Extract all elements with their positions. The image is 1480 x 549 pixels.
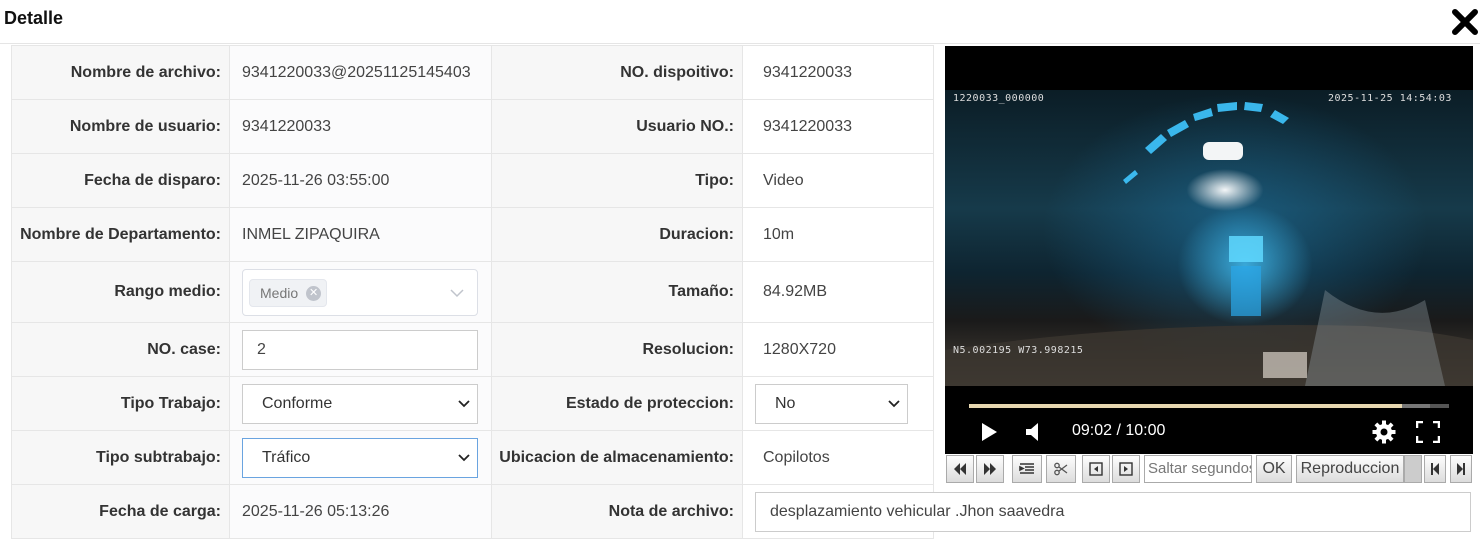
detail-row-username: Nombre de usuario: 9341220033 Usuario NO… — [11, 99, 934, 154]
department-value: INMEL ZIPAQUIRA — [229, 207, 492, 262]
skip-start-icon — [1431, 463, 1439, 475]
trigger-date-value: 2025-11-26 03:55:00 — [229, 153, 492, 208]
detail-row-subwork-type: Tipo subtrabajo: Tráfico Ubicacion de al… — [11, 430, 934, 485]
video-scene — [945, 102, 1473, 386]
chevron-down-icon — [458, 399, 470, 407]
size-value: 84.92MB — [742, 261, 934, 323]
osd-device-id: 1220033_000000 — [953, 93, 1045, 104]
list-icon — [1019, 463, 1034, 474]
volume-icon[interactable] — [1025, 422, 1043, 442]
storage-location-label: Ubicacion de almacenamiento: — [491, 430, 743, 485]
trigger-date-label: Fecha de disparo: — [11, 153, 230, 208]
frame-back-icon — [1089, 462, 1103, 476]
protection-status-label: Estado de proteccion: — [491, 376, 743, 431]
duration-value: 10m — [742, 207, 934, 262]
range-tag: Medio ✕ — [249, 278, 328, 307]
device-no-label: NO. dispoitivo: — [491, 45, 743, 100]
department-label: Nombre de Departamento: — [11, 207, 230, 262]
detail-row-trigger-date: Fecha de disparo: 2025-11-26 03:55:00 Ti… — [11, 153, 934, 208]
detail-row-range: Rango medio: Medio ✕ Tamaño: 84.92MB — [11, 261, 934, 323]
fast-forward-button[interactable] — [976, 455, 1004, 483]
type-label: Tipo: — [491, 153, 743, 208]
range-label: Rango medio: — [11, 261, 230, 323]
skip-end-button[interactable] — [1450, 455, 1472, 483]
protection-status-value: No — [775, 394, 796, 412]
work-type-value: Conforme — [262, 394, 333, 412]
detail-table: Nombre de archivo: 9341220033@2025112514… — [11, 45, 1471, 539]
playback-button[interactable]: Reproduccion — [1296, 455, 1404, 483]
file-note-input[interactable]: desplazamiento vehicular .Jhon saavedra — [755, 491, 1471, 532]
case-no-label: NO. case: — [11, 322, 230, 377]
scissors-icon — [1054, 462, 1068, 476]
video-played — [969, 404, 1403, 408]
fullscreen-icon[interactable] — [1416, 421, 1440, 443]
protection-status-select[interactable]: No — [755, 383, 908, 424]
username-value: 9341220033 — [229, 99, 492, 154]
clip-button[interactable] — [1046, 455, 1076, 483]
subwork-type-label: Tipo subtrabajo: — [11, 430, 230, 485]
frame-forward-button[interactable] — [1112, 455, 1140, 483]
subwork-type-select[interactable]: Tráfico — [242, 437, 478, 478]
duration-label: Duracion: — [491, 207, 743, 262]
user-no-value: 9341220033 — [742, 99, 934, 154]
frame-back-button[interactable] — [1082, 455, 1110, 483]
detail-row-upload-date: Fecha de carga: 2025-11-26 05:13:26 Nota… — [11, 484, 1471, 539]
storage-location-value: Copilotos — [742, 430, 934, 485]
user-no-label: Usuario NO.: — [491, 99, 743, 154]
dialog-title: Detalle — [4, 8, 64, 28]
rewind-icon — [954, 463, 966, 475]
case-no-input[interactable]: 2 — [242, 329, 478, 370]
video-progress-bar[interactable] — [969, 404, 1449, 408]
detail-row-case: NO. case: 2 Resolucion: 1280X720 — [11, 322, 934, 377]
tag-close-icon[interactable]: ✕ — [306, 285, 322, 301]
username-label: Nombre de usuario: — [11, 99, 230, 154]
resolution-label: Resolucion: — [491, 322, 743, 377]
video-frame[interactable]: 1220033_000000 2025-11-25 14:54:03 N5.00… — [945, 90, 1473, 386]
chevron-down-icon — [458, 453, 470, 461]
filename-label: Nombre de archivo: — [11, 45, 230, 100]
rewind-button[interactable] — [946, 455, 974, 483]
ok-button[interactable]: OK — [1256, 455, 1292, 483]
gear-icon[interactable] — [1372, 420, 1396, 444]
detail-row-department: Nombre de Departamento: INMEL ZIPAQUIRA … — [11, 207, 934, 262]
play-icon[interactable] — [979, 422, 999, 442]
video-player[interactable]: 1220033_000000 2025-11-25 14:54:03 N5.00… — [945, 46, 1473, 454]
subwork-type-value: Tráfico — [262, 448, 311, 466]
range-tag-label: Medio — [260, 284, 299, 301]
playlist-button[interactable] — [1012, 455, 1042, 483]
dialog-header: Detalle — [0, 0, 1480, 44]
fast-forward-icon — [984, 463, 996, 475]
work-type-select[interactable]: Conforme — [242, 383, 478, 424]
range-select[interactable]: Medio ✕ — [242, 268, 478, 316]
osd-timestamp: 2025-11-25 14:54:03 — [1328, 93, 1452, 104]
file-note-label: Nota de archivo: — [491, 484, 743, 539]
work-type-label: Tipo Trabajo: — [11, 376, 230, 431]
resolution-value: 1280X720 — [742, 322, 934, 377]
upload-date-label: Fecha de carga: — [11, 484, 230, 539]
detail-row-filename: Nombre de archivo: 9341220033@2025112514… — [11, 45, 934, 100]
chevron-down-icon — [888, 399, 900, 407]
player-toolbar: Saltar segundos OK Reproduccion — [945, 454, 1473, 484]
seek-seconds-input[interactable]: Saltar segundos — [1144, 455, 1252, 483]
close-icon[interactable] — [1450, 7, 1480, 37]
detail-row-work-type: Tipo Trabajo: Conforme Estado de protecc… — [11, 376, 934, 431]
chevron-down-icon — [450, 288, 464, 297]
device-no-value: 9341220033 — [742, 45, 934, 100]
skip-end-icon — [1457, 463, 1465, 475]
upload-date-value: 2025-11-26 05:13:26 — [229, 484, 492, 539]
type-value: Video — [742, 153, 934, 208]
video-time: 09:02 / 10:00 — [1072, 422, 1166, 439]
frame-forward-icon — [1119, 462, 1133, 476]
filename-value: 9341220033@20251125145403 — [242, 63, 471, 81]
size-label: Tamaño: — [491, 261, 743, 323]
skip-start-button[interactable] — [1424, 455, 1446, 483]
playback-dropdown[interactable] — [1404, 455, 1422, 483]
osd-gps: N5.002195 W73.998215 — [953, 345, 1084, 356]
